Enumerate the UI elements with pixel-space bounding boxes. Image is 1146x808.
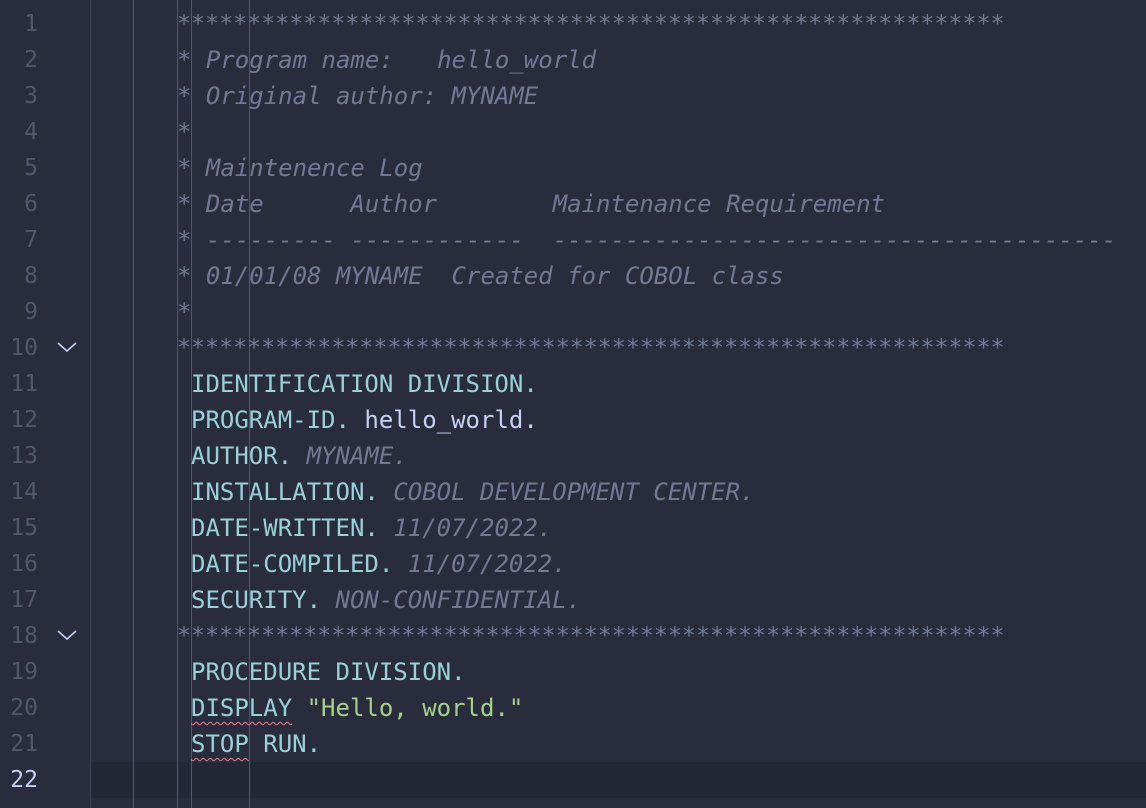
- line-number: 16: [10, 551, 38, 577]
- comment-line: *: [177, 118, 192, 146]
- comment-marker: *: [177, 262, 206, 290]
- keyword: SECURITY.: [191, 586, 322, 614]
- line-number: 5: [24, 155, 38, 181]
- comment-line: * 01/01/08 MYNAME Created for COBOL clas…: [177, 258, 784, 294]
- line-number: 20: [10, 695, 38, 721]
- line-number: 19: [10, 659, 38, 685]
- comment-text: Original author: MYNAME: [205, 82, 539, 110]
- keyword: INSTALLATION.: [191, 478, 379, 506]
- keyword: PROGRAM-ID.: [191, 406, 350, 434]
- comment-banner: ****************************************…: [177, 622, 1005, 649]
- paragraph-value: COBOL DEVELOPMENT CENTER.: [393, 478, 755, 506]
- line-number: 15: [10, 515, 38, 541]
- indent-guide: [133, 0, 134, 808]
- comment-line: * Date Author Maintenance Requirement: [177, 186, 885, 222]
- comment-text: Maintenence Log: [205, 154, 423, 182]
- line-number: 6: [24, 191, 38, 217]
- line-number: 18: [10, 623, 38, 649]
- line-number: 14: [10, 479, 38, 505]
- line-number: 9: [24, 299, 38, 325]
- gutter-border: [90, 0, 91, 808]
- line-number: 21: [10, 731, 38, 757]
- line-number: 3: [24, 83, 38, 109]
- identifier: hello_world.: [364, 406, 538, 434]
- keyword-with-error[interactable]: DISPLAY: [191, 694, 292, 722]
- keyword: RUN.: [263, 730, 322, 758]
- line-number: 8: [24, 263, 38, 289]
- code-line: DATE-COMPILED. 11/07/2022.: [191, 546, 567, 582]
- keyword: DATE-WRITTEN.: [191, 514, 379, 542]
- line-number: 17: [10, 587, 38, 613]
- code-line: IDENTIFICATION DIVISION.: [191, 370, 538, 398]
- code-line: INSTALLATION. COBOL DEVELOPMENT CENTER.: [191, 474, 755, 510]
- code-line: SECURITY. NON-CONFIDENTIAL.: [191, 582, 581, 618]
- code-editor[interactable]: 1 2 3 4 5 6 7 8 9 10 11 12 13 14 15 16 1…: [0, 0, 1146, 808]
- comment-marker: *: [177, 82, 206, 110]
- comment-banner: ****************************************…: [177, 334, 1005, 361]
- code-line: DATE-WRITTEN. 11/07/2022.: [191, 510, 552, 546]
- paragraph-value: 11/07/2022.: [407, 550, 567, 578]
- comment-marker: *: [177, 46, 206, 74]
- code-line: AUTHOR. MYNAME.: [191, 438, 408, 474]
- comment-text: Date Author Maintenance Requirement: [205, 190, 886, 218]
- string-literal: "Hello, world.": [306, 694, 524, 722]
- paragraph-value: MYNAME.: [306, 442, 408, 470]
- line-number: 13: [10, 443, 38, 469]
- comment-banner: ****************************************…: [177, 10, 1005, 37]
- code-line: PROGRAM-ID. hello_world.: [191, 402, 538, 438]
- line-number: 2: [24, 47, 38, 73]
- line-number: 4: [24, 119, 38, 145]
- code-line: STOP RUN.: [191, 726, 321, 762]
- line-number: 10: [10, 335, 38, 361]
- paragraph-value: NON-CONFIDENTIAL.: [335, 586, 582, 614]
- comment-text: 01/01/08 MYNAME Created for COBOL class: [205, 262, 784, 290]
- comment-line: * Program name: hello_world: [177, 42, 596, 78]
- comment-text: --------- ------------ -----------------…: [205, 226, 1117, 254]
- line-number: 1: [24, 11, 38, 37]
- chevron-down-icon[interactable]: [56, 330, 80, 366]
- comment-line: * --------- ------------ ---------------…: [177, 222, 1116, 258]
- comment-marker: *: [177, 226, 206, 254]
- line-number: 7: [24, 227, 38, 253]
- chevron-down-icon[interactable]: [56, 618, 80, 654]
- line-number: 12: [10, 407, 38, 433]
- comment-marker: *: [177, 190, 206, 218]
- comment-line: *: [177, 298, 192, 326]
- code-line: DISPLAY "Hello, world.": [191, 690, 523, 726]
- comment-text: Program name: hello_world: [205, 46, 597, 74]
- line-number-active: 22: [10, 767, 38, 793]
- comment-marker: *: [177, 154, 206, 182]
- paragraph-value: 11/07/2022.: [393, 514, 553, 542]
- keyword: DATE-COMPILED.: [191, 550, 394, 578]
- keyword-with-error[interactable]: STOP: [191, 730, 249, 758]
- comment-line: * Original author: MYNAME: [177, 78, 538, 114]
- keyword: AUTHOR.: [191, 442, 293, 470]
- line-number: 11: [10, 371, 38, 397]
- comment-line: * Maintenence Log: [177, 150, 423, 186]
- code-line: PROCEDURE DIVISION.: [191, 658, 466, 686]
